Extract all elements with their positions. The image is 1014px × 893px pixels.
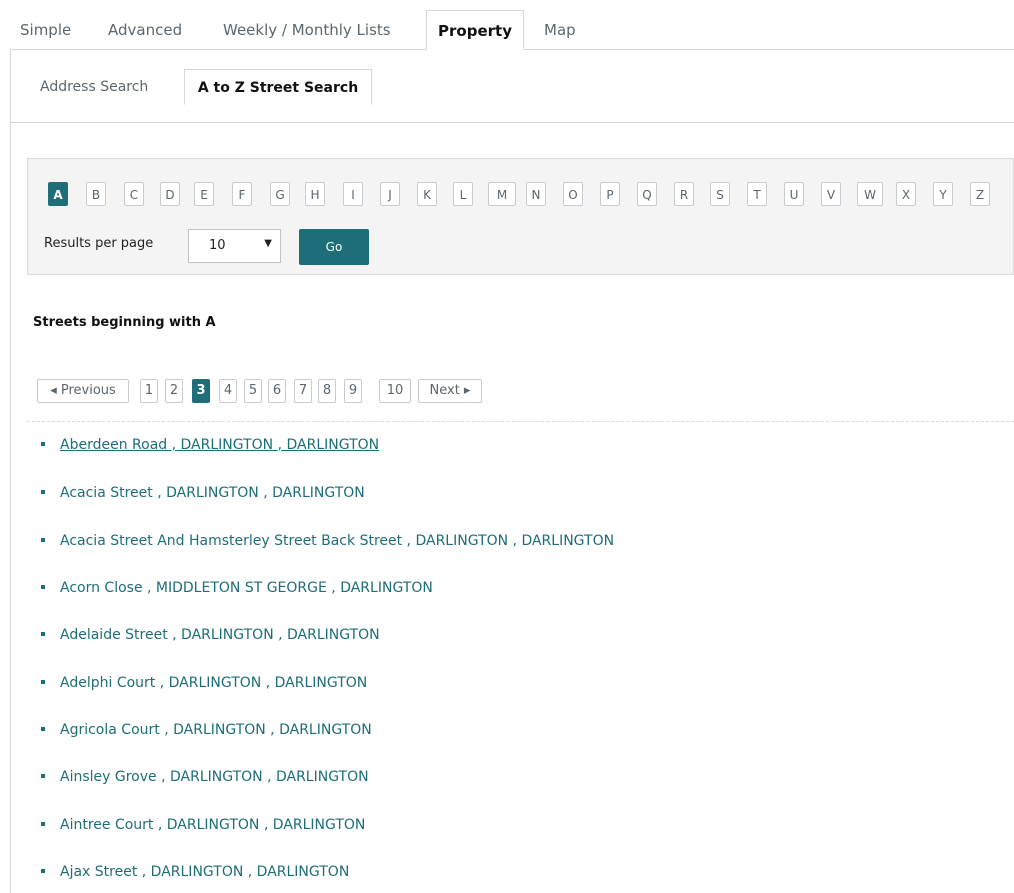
page-3-current[interactable]: 3 — [192, 379, 210, 403]
street-link[interactable]: Acorn Close , MIDDLETON ST GEORGE , DARL… — [60, 576, 433, 600]
bullet-icon — [41, 774, 45, 778]
page-9[interactable]: 9 — [344, 379, 362, 403]
page-8[interactable]: 8 — [318, 379, 336, 403]
subtab-address-search[interactable]: Address Search — [40, 69, 148, 105]
tab-advanced[interactable]: Advanced — [108, 10, 182, 50]
letter-j[interactable]: J — [380, 182, 400, 206]
letter-y[interactable]: Y — [933, 182, 953, 206]
letter-q[interactable]: Q — [637, 182, 657, 206]
tab-simple[interactable]: Simple — [20, 10, 71, 50]
letter-f[interactable]: F — [232, 182, 252, 206]
letter-t[interactable]: T — [747, 182, 767, 206]
letter-u[interactable]: U — [784, 182, 804, 206]
page-4[interactable]: 4 — [219, 379, 237, 403]
street-link[interactable]: Ajax Street , DARLINGTON , DARLINGTON — [60, 860, 349, 884]
letter-s[interactable]: S — [710, 182, 730, 206]
street-link[interactable]: Acacia Street , DARLINGTON , DARLINGTON — [60, 481, 365, 505]
letter-i[interactable]: I — [343, 182, 363, 206]
letter-o[interactable]: O — [563, 182, 583, 206]
go-button[interactable]: Go — [299, 229, 369, 265]
letter-b[interactable]: B — [86, 182, 106, 206]
page-1[interactable]: 1 — [140, 379, 158, 403]
letter-r[interactable]: R — [674, 182, 694, 206]
street-link[interactable]: Acacia Street And Hamsterley Street Back… — [60, 529, 614, 553]
bullet-icon — [41, 538, 45, 542]
letter-h[interactable]: H — [305, 182, 325, 206]
results-heading: Streets beginning with A — [33, 315, 216, 330]
bullet-icon — [41, 680, 45, 684]
results-per-page-value: 10 — [209, 238, 226, 253]
street-link[interactable]: Adelaide Street , DARLINGTON , DARLINGTO… — [60, 623, 380, 647]
page-10[interactable]: 10 — [379, 379, 411, 403]
letter-l[interactable]: L — [453, 182, 473, 206]
letter-w[interactable]: W — [857, 182, 883, 206]
tab-property[interactable]: Property — [426, 10, 524, 50]
street-link[interactable]: Agricola Court , DARLINGTON , DARLINGTON — [60, 718, 372, 742]
tab-map[interactable]: Map — [544, 10, 576, 50]
results-per-page-label: Results per page — [44, 236, 154, 251]
pagination-previous[interactable]: ◂ Previous — [37, 379, 129, 403]
letter-e[interactable]: E — [194, 182, 214, 206]
letter-c[interactable]: C — [124, 182, 144, 206]
page-6[interactable]: 6 — [268, 379, 286, 403]
street-link[interactable]: Aberdeen Road , DARLINGTON , DARLINGTON — [60, 433, 379, 457]
results-per-page-select[interactable]: 10 ▼ — [188, 229, 281, 263]
pagination-divider — [27, 421, 1014, 422]
bullet-icon — [41, 727, 45, 731]
pagination-next[interactable]: Next ▸ — [418, 379, 482, 403]
top-tab-bar: Simple Advanced Weekly / Monthly Lists P… — [0, 0, 1014, 50]
subtab-divider — [11, 122, 1014, 123]
letter-a[interactable]: A — [48, 182, 68, 206]
letter-k[interactable]: K — [417, 182, 437, 206]
letter-g[interactable]: G — [270, 182, 290, 206]
page-5[interactable]: 5 — [244, 379, 262, 403]
bullet-icon — [41, 822, 45, 826]
page-7[interactable]: 7 — [294, 379, 312, 403]
bullet-icon — [41, 632, 45, 636]
page-2[interactable]: 2 — [165, 379, 183, 403]
bullet-icon — [41, 490, 45, 494]
bullet-icon — [41, 442, 45, 446]
bullet-icon — [41, 585, 45, 589]
bullet-icon — [41, 869, 45, 873]
letter-v[interactable]: V — [821, 182, 841, 206]
street-link[interactable]: Aintree Court , DARLINGTON , DARLINGTON — [60, 813, 365, 837]
letter-d[interactable]: D — [160, 182, 180, 206]
tab-weekly-monthly-lists[interactable]: Weekly / Monthly Lists — [223, 10, 391, 50]
street-search-panel — [27, 158, 1014, 275]
letter-p[interactable]: P — [600, 182, 620, 206]
subtab-a-to-z-street-search[interactable]: A to Z Street Search — [184, 69, 372, 105]
letter-m[interactable]: M — [488, 182, 516, 206]
street-link[interactable]: Adelphi Court , DARLINGTON , DARLINGTON — [60, 671, 367, 695]
street-link[interactable]: Ainsley Grove , DARLINGTON , DARLINGTON — [60, 765, 369, 789]
letter-z[interactable]: Z — [970, 182, 990, 206]
letter-n[interactable]: N — [526, 182, 546, 206]
chevron-down-icon: ▼ — [264, 238, 272, 249]
letter-x[interactable]: X — [896, 182, 916, 206]
